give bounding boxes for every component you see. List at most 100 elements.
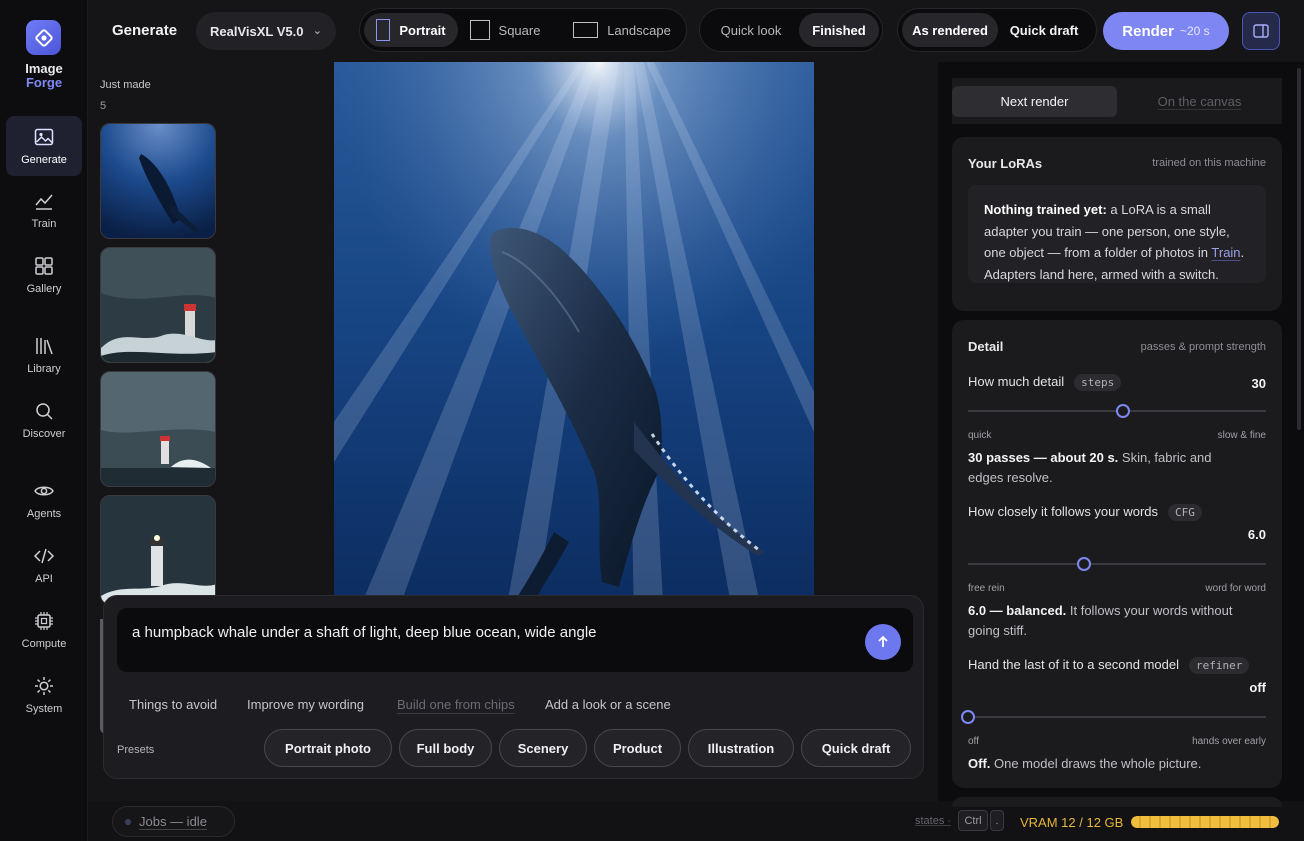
steps-slider[interactable] bbox=[968, 404, 1266, 418]
mode-segmented-control: As rendered Quick draft bbox=[897, 8, 1097, 52]
detail-title: Detail bbox=[968, 339, 1004, 354]
chart-line-icon bbox=[35, 194, 53, 210]
rail-item-compute[interactable]: Compute bbox=[6, 600, 82, 660]
rail-item-generate[interactable]: Generate bbox=[6, 116, 82, 176]
aspect-square-button[interactable]: Square bbox=[464, 13, 546, 47]
preset-portrait-photo[interactable]: Portrait photo bbox=[264, 729, 392, 767]
refiner-max-label: hands over early bbox=[1192, 736, 1266, 747]
rail-item-api[interactable]: API bbox=[6, 535, 82, 595]
arrow-up-icon bbox=[878, 635, 888, 647]
cfg-label-row: How closely it follows your words CFG bbox=[968, 504, 1202, 521]
rail-item-gallery[interactable]: Gallery bbox=[6, 245, 82, 305]
panel-tabs: Next render On the canvas bbox=[952, 78, 1282, 124]
rail-label: Train bbox=[31, 218, 57, 230]
whale-thumbnail-image bbox=[101, 124, 215, 238]
square-shape-icon bbox=[469, 20, 490, 40]
refiner-label-row: Hand the last of it to a second model ref… bbox=[968, 657, 1250, 674]
app-logo[interactable] bbox=[26, 20, 61, 55]
rail-item-train[interactable]: Train bbox=[6, 180, 82, 240]
refiner-slider[interactable] bbox=[961, 710, 1266, 724]
aspect-label: Square bbox=[498, 22, 541, 38]
loras-empty-bold: Nothing trained yet: bbox=[984, 202, 1107, 217]
next-card-edge bbox=[952, 797, 1282, 807]
train-link[interactable]: Train bbox=[1211, 245, 1240, 260]
canvas-image[interactable] bbox=[334, 62, 814, 622]
nav-rail: Image Forge Generate Train Gallery Libra… bbox=[0, 0, 88, 841]
quality-segmented-control: Quick look Finished bbox=[699, 8, 883, 52]
chevron-down-icon: ⌄ bbox=[312, 25, 322, 37]
history-thumbnail-lighthouse-3[interactable] bbox=[100, 495, 216, 605]
steps-label: How much detail bbox=[968, 374, 1065, 389]
preset-product[interactable]: Product bbox=[594, 729, 681, 767]
cfg-tag: CFG bbox=[1168, 504, 1202, 521]
cfg-note: 6.0 — balanced. It follows your words wi… bbox=[968, 601, 1238, 641]
lighthouse-thumbnail-image bbox=[101, 248, 215, 362]
preset-quick-draft[interactable]: Quick draft bbox=[801, 729, 911, 767]
vram-label: VRAM 12 / 12 GB bbox=[1020, 815, 1124, 830]
image-icon bbox=[34, 128, 54, 146]
search-icon bbox=[36, 403, 53, 420]
prompt-input[interactable]: a humpback whale under a shaft of light,… bbox=[117, 608, 913, 672]
page-title: Generate bbox=[112, 22, 178, 39]
preset-full-body[interactable]: Full body bbox=[399, 729, 492, 767]
render-label: Render bbox=[1122, 22, 1174, 40]
tab-on-the-canvas[interactable]: On the canvas bbox=[1117, 86, 1282, 117]
vram-meter-fill bbox=[1131, 816, 1279, 828]
history-thumbnail-lighthouse-1[interactable] bbox=[100, 247, 216, 363]
cfg-slider-handle[interactable] bbox=[1077, 557, 1092, 571]
rail-label: Agents bbox=[26, 508, 62, 520]
jobs-button[interactable]: Jobs — idle bbox=[112, 806, 235, 837]
model-select-value: RealVisXL V5.0 bbox=[210, 23, 304, 39]
history-count: 5 bbox=[100, 100, 107, 112]
preset-illustration[interactable]: Illustration bbox=[688, 729, 794, 767]
things-to-avoid-button[interactable]: Things to avoid bbox=[129, 697, 217, 712]
cfg-max-label: word for word bbox=[1205, 583, 1266, 594]
preset-scenery[interactable]: Scenery bbox=[499, 729, 587, 767]
quick-draft-mode-button[interactable]: Quick draft bbox=[998, 13, 1090, 47]
refiner-note-text: One model draws the whole picture. bbox=[990, 756, 1202, 771]
as-rendered-button[interactable]: As rendered bbox=[902, 13, 998, 47]
refiner-min-label: off bbox=[968, 736, 979, 747]
send-button[interactable] bbox=[865, 624, 901, 660]
refiner-slider-handle[interactable] bbox=[961, 710, 975, 724]
history-thumbnail-whale[interactable] bbox=[100, 123, 216, 239]
aspect-landscape-button[interactable]: Landscape bbox=[564, 13, 680, 47]
improve-wording-button[interactable]: Improve my wording bbox=[247, 697, 364, 712]
panel-scrollbar[interactable] bbox=[1297, 68, 1301, 430]
steps-slider-handle[interactable] bbox=[1115, 404, 1130, 418]
build-from-chips-button[interactable]: Build one from chips bbox=[397, 697, 515, 712]
app-window: Image Forge Generate Train Gallery Libra… bbox=[0, 0, 1304, 841]
add-look-button[interactable]: Add a look or a scene bbox=[545, 697, 671, 712]
finished-button[interactable]: Finished bbox=[799, 13, 879, 47]
rail-item-library[interactable]: Library bbox=[6, 325, 82, 385]
loras-empty-message: Nothing trained yet: a LoRA is a small a… bbox=[968, 185, 1266, 283]
rail-item-discover[interactable]: Discover bbox=[6, 390, 82, 450]
loras-card: Your LoRAs trained on this machine Nothi… bbox=[952, 137, 1282, 311]
panel-toggle-button[interactable] bbox=[1242, 12, 1280, 50]
refiner-note: Off. One model draws the whole picture. bbox=[968, 754, 1258, 774]
aspect-label: Portrait bbox=[399, 22, 446, 38]
refiner-tag: refiner bbox=[1189, 657, 1250, 674]
model-select[interactable]: RealVisXL V5.0 ⌄ bbox=[196, 12, 336, 50]
kbd-ctrl: Ctrl bbox=[958, 810, 988, 831]
render-button[interactable]: Render ~20 s bbox=[1103, 12, 1229, 50]
whale-render-image bbox=[334, 62, 814, 622]
steps-label-row: How much detail steps bbox=[968, 374, 1122, 391]
aspect-portrait-button[interactable]: Portrait bbox=[364, 13, 458, 47]
tab-next-render[interactable]: Next render bbox=[952, 86, 1117, 117]
loras-hint: trained on this machine bbox=[1152, 157, 1266, 169]
rail-item-agents[interactable]: Agents bbox=[6, 470, 82, 530]
quick-look-button[interactable]: Quick look bbox=[706, 13, 796, 47]
steps-note: 30 passes — about 20 s. Skin, fabric and… bbox=[968, 448, 1218, 488]
top-bar: Generate RealVisXL V5.0 ⌄ Portrait Squar… bbox=[88, 0, 1304, 62]
cfg-slider[interactable] bbox=[968, 557, 1266, 571]
rail-item-system[interactable]: System bbox=[6, 665, 82, 725]
steps-value: 30 bbox=[1251, 376, 1266, 391]
steps-tag: steps bbox=[1074, 374, 1122, 391]
cfg-label: How closely it follows your words bbox=[968, 504, 1159, 519]
refiner-note-bold: Off. bbox=[968, 756, 991, 771]
rail-label: Compute bbox=[21, 638, 67, 650]
settings-panel: Next render On the canvas Your LoRAs tra… bbox=[938, 62, 1304, 807]
history-thumbnail-lighthouse-2[interactable] bbox=[100, 371, 216, 487]
sun-gear-icon bbox=[35, 677, 53, 695]
